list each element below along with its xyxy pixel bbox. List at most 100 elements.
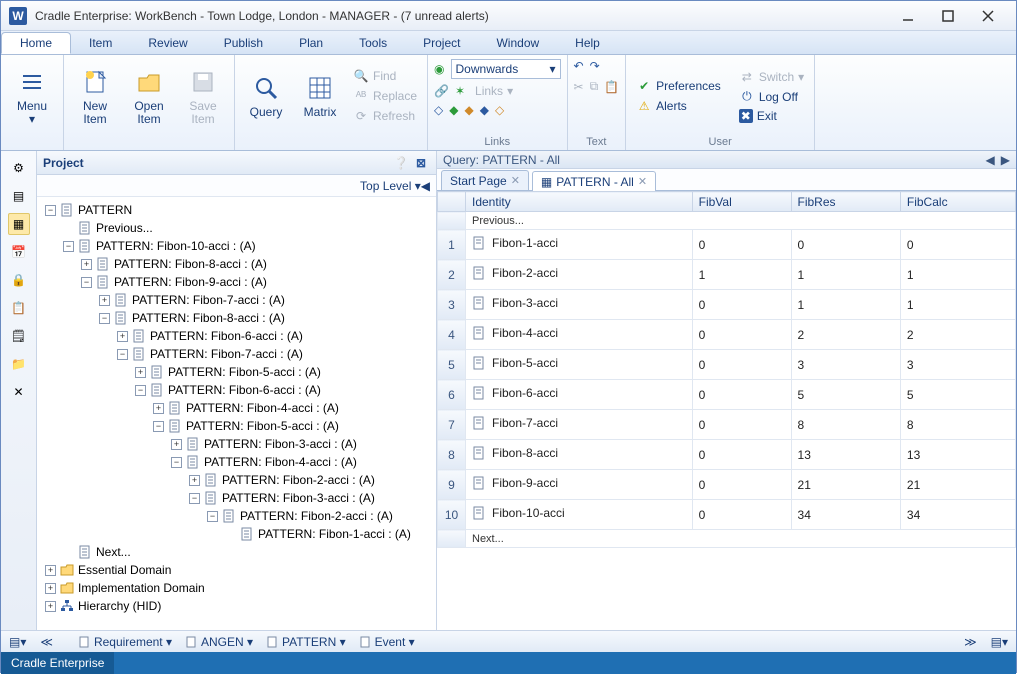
new-item-button[interactable]: New Item [70,63,120,129]
open-item-button[interactable]: Open Item [124,63,174,129]
query-button[interactable]: Query [241,63,291,129]
tree-expander-icon[interactable]: + [189,475,200,486]
tree-expander-icon[interactable]: + [45,565,56,576]
link-tool-2-icon[interactable]: ◆ [449,103,458,117]
tree-row[interactable]: +PATTERN: Fibon-4-acci : (A) [45,399,432,417]
tree-row[interactable]: +PATTERN: Fibon-5-acci : (A) [45,363,432,381]
rail-list-icon[interactable]: 📋 [8,297,30,319]
column-header[interactable]: Identity [466,192,693,212]
tree-row[interactable]: −PATTERN [45,201,432,219]
bt-pattern[interactable]: PATTERN ▾ [263,635,350,649]
tree-expander-icon[interactable]: + [81,259,92,270]
link-tool-5-icon[interactable]: ◇ [495,103,504,117]
save-item-button[interactable]: Save Item [178,63,228,129]
bt-nav-right-icon[interactable]: ≫ [960,635,981,649]
tree-row[interactable]: +PATTERN: Fibon-3-acci : (A) [45,435,432,453]
tree-row[interactable]: +PATTERN: Fibon-6-acci : (A) [45,327,432,345]
tree-row[interactable]: −PATTERN: Fibon-5-acci : (A) [45,417,432,435]
table-row[interactable]: 1 Fibon-1-acci 0 0 0 [438,230,1016,260]
tree-expander-icon[interactable]: − [189,493,200,504]
cut-icon[interactable]: ✂ [574,80,584,94]
switch-button[interactable]: ⇄Switch ▾ [735,68,808,86]
close-tab-icon[interactable]: ✕ [638,175,647,188]
link-tool-1-icon[interactable]: ◇ [434,103,443,117]
tree-expander-icon[interactable]: − [171,457,182,468]
bt-event[interactable]: Event ▾ [356,635,419,649]
tree-expander-icon[interactable]: + [117,331,128,342]
tree-row[interactable]: +Hierarchy (HID) [45,597,432,615]
menu-help[interactable]: Help [557,31,618,54]
menu-home[interactable]: Home [1,32,71,54]
tree-row[interactable]: +PATTERN: Fibon-7-acci : (A) [45,291,432,309]
menu-plan[interactable]: Plan [281,31,341,54]
tree-row[interactable]: −PATTERN: Fibon-3-acci : (A) [45,489,432,507]
bt-requirement[interactable]: Requirement ▾ [75,635,176,649]
bt-angen[interactable]: ANGEN ▾ [182,635,257,649]
tree-expander-icon[interactable]: + [171,439,182,450]
minimize-button[interactable] [888,5,928,27]
tab-start-page[interactable]: Start Page✕ [441,170,529,190]
table-row[interactable]: 5 Fibon-5-acci 0 3 3 [438,350,1016,380]
table-row[interactable]: 7 Fibon-7-acci 0 8 8 [438,410,1016,440]
replace-button[interactable]: ᴬᴮReplace [349,87,421,105]
tree-row[interactable]: +PATTERN: Fibon-2-acci : (A) [45,471,432,489]
close-tab-icon[interactable]: ✕ [511,174,520,187]
bt-nav-left-icon[interactable]: ≪ [36,635,57,649]
tree-expander-icon[interactable]: − [135,385,146,396]
column-header[interactable]: FibRes [791,192,900,212]
tree-row[interactable]: −PATTERN: Fibon-6-acci : (A) [45,381,432,399]
copy-icon[interactable]: ⧉ [590,79,599,94]
refresh-button[interactable]: ⟳Refresh [349,107,421,125]
rail-tools-icon[interactable]: ✕ [8,381,30,403]
exit-button[interactable]: ✖Exit [735,108,808,124]
redo-icon[interactable]: ↷ [590,59,600,73]
table-row[interactable]: 6 Fibon-6-acci 0 5 5 [438,380,1016,410]
tree-row[interactable]: −PATTERN: Fibon-2-acci : (A) [45,507,432,525]
grid-next[interactable]: Next... [466,530,1016,548]
tree-row[interactable]: Previous... [45,219,432,237]
table-row[interactable]: 10 Fibon-10-acci 0 34 34 [438,500,1016,530]
rail-panel-1-icon[interactable]: ▤ [8,185,30,207]
menu-button[interactable]: Menu▾ [7,63,57,129]
tree-row[interactable]: −PATTERN: Fibon-9-acci : (A) [45,273,432,291]
query-grid[interactable]: IdentityFibValFibResFibCalcPrevious... 1… [437,191,1016,630]
table-row[interactable]: 8 Fibon-8-acci 0 13 13 [438,440,1016,470]
links-dropdown[interactable]: Links ▾ [471,83,517,99]
column-header[interactable] [438,192,466,212]
close-pane-icon[interactable]: ⊠ [412,154,430,172]
tree-row[interactable]: −PATTERN: Fibon-4-acci : (A) [45,453,432,471]
tree-row[interactable]: −PATTERN: Fibon-10-acci : (A) [45,237,432,255]
tree-expander-icon[interactable]: + [45,601,56,612]
tree-expander-icon[interactable]: − [207,511,218,522]
tree-row[interactable]: −PATTERN: Fibon-8-acci : (A) [45,309,432,327]
table-row[interactable]: 3 Fibon-3-acci 0 1 1 [438,290,1016,320]
menu-item[interactable]: Item [71,31,130,54]
grid-previous[interactable]: Previous... [466,212,1016,230]
tab-pattern-all[interactable]: ▦PATTERN - All✕ [532,171,656,191]
menu-publish[interactable]: Publish [206,31,281,54]
rail-lock-icon[interactable]: 🔒 [8,269,30,291]
rail-panel-2-icon[interactable]: ▦ [8,213,30,235]
menu-tools[interactable]: Tools [341,31,405,54]
menu-review[interactable]: Review [130,31,205,54]
tree-expander-icon[interactable]: + [45,583,56,594]
prev-icon[interactable]: ◀ [421,179,430,193]
top-level-dropdown[interactable]: Top Level ▾ [360,179,421,193]
tree-expander-icon[interactable]: − [45,205,56,216]
tree-expander-icon[interactable]: − [63,241,74,252]
column-header[interactable]: FibCalc [900,192,1015,212]
close-button[interactable] [968,5,1008,27]
tree-expander-icon[interactable]: − [99,313,110,324]
tree-expander-icon[interactable]: − [81,277,92,288]
scroll-left-icon[interactable]: ◀ [986,153,995,167]
scroll-right-icon[interactable]: ▶ [1001,153,1010,167]
alerts-button[interactable]: ⚠Alerts [632,97,725,115]
rail-calendar-icon[interactable]: 📅 [8,241,30,263]
tree-row[interactable]: +PATTERN: Fibon-8-acci : (A) [45,255,432,273]
tree-row[interactable]: Next... [45,543,432,561]
menu-project[interactable]: Project [405,31,478,54]
table-row[interactable]: 2 Fibon-2-acci 1 1 1 [438,260,1016,290]
bt-new-icon[interactable]: ▤▾ [5,635,30,649]
tree-row[interactable]: PATTERN: Fibon-1-acci : (A) [45,525,432,543]
find-button[interactable]: 🔍Find [349,67,421,85]
